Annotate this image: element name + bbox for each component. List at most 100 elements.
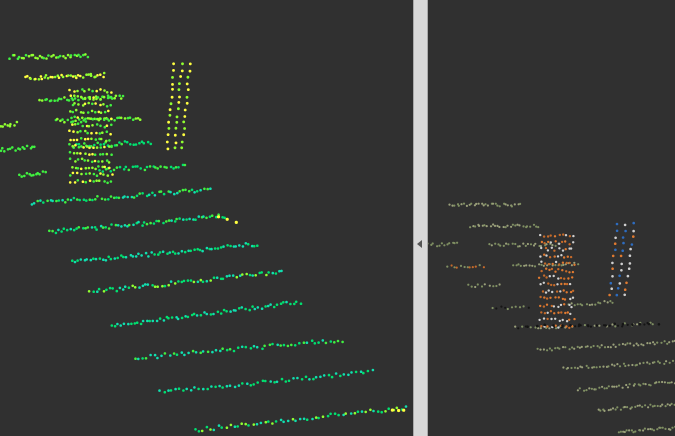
cloud-point: [540, 263, 543, 266]
cloud-point: [570, 302, 573, 305]
cloud-point: [173, 133, 177, 137]
cloud-point: [359, 370, 363, 374]
cloud-point: [264, 379, 267, 383]
cloud-point: [302, 341, 306, 345]
cloud-point: [76, 89, 79, 93]
cloud-point: [260, 271, 264, 274]
cloud-point: [275, 380, 279, 384]
cloud-point: [616, 287, 620, 290]
cloud-point: [81, 76, 85, 79]
cloud-point: [151, 319, 155, 323]
cloud-point: [561, 318, 564, 322]
cloud-point: [554, 244, 557, 247]
cloud-point: [37, 78, 41, 81]
cloud-point: [106, 181, 109, 185]
cloud-point: [256, 381, 260, 384]
cloud-point: [563, 298, 567, 301]
cloud-point: [153, 353, 157, 357]
left-point-cloud-canvas[interactable]: [0, 0, 413, 436]
cloud-point: [510, 306, 514, 309]
cloud-point: [611, 275, 614, 278]
cloud-point: [599, 409, 602, 412]
cloud-point: [573, 366, 577, 369]
cloud-point: [625, 429, 628, 432]
right-point-cloud-view[interactable]: [428, 0, 675, 436]
cloud-point: [468, 266, 471, 269]
cloud-point: [169, 280, 173, 283]
structure-scanline: [540, 310, 572, 316]
cloud-point: [252, 344, 256, 348]
cloud-point: [8, 57, 11, 60]
cloud-point: [139, 167, 142, 170]
cloud-point: [498, 283, 501, 286]
cloud-point: [541, 290, 545, 293]
cloud-point: [71, 120, 75, 123]
cloud-point: [105, 124, 109, 127]
cloud-point: [79, 167, 83, 171]
cloud-point: [272, 305, 276, 309]
view-splitter[interactable]: [413, 0, 428, 436]
cloud-point: [183, 115, 187, 118]
cloud-point: [563, 282, 566, 286]
cloud-point: [536, 324, 539, 328]
cloud-point: [611, 267, 614, 271]
cloud-point: [42, 56, 45, 60]
cloud-point: [533, 265, 537, 268]
cloud-point: [591, 303, 594, 306]
cloud-point: [558, 242, 561, 245]
cloud-point: [99, 137, 103, 141]
cloud-point: [651, 428, 654, 431]
cloud-point: [615, 385, 618, 388]
cloud-point: [644, 383, 647, 386]
pole-scanline: [614, 247, 632, 252]
cloud-point: [212, 312, 215, 316]
cloud-point: [494, 242, 497, 245]
cloud-point: [564, 234, 568, 237]
chevron-left-icon[interactable]: [417, 240, 422, 248]
cloud-point: [228, 274, 231, 278]
cloud-point: [561, 297, 565, 301]
cloud-point: [175, 115, 179, 119]
cloud-point: [548, 347, 551, 350]
cloud-point: [537, 276, 541, 279]
cloud-point: [24, 53, 28, 57]
left-point-cloud-view[interactable]: [0, 0, 413, 436]
cloud-point: [238, 244, 241, 247]
cloud-point: [104, 259, 108, 262]
cloud-point: [514, 325, 517, 328]
cloud-point: [103, 125, 107, 129]
cloud-point: [566, 255, 569, 258]
cloud-point: [209, 187, 212, 190]
cloud-point: [101, 170, 105, 173]
cloud-point: [564, 248, 567, 251]
cloud-point: [621, 322, 625, 326]
cloud-point: [167, 219, 171, 222]
cloud-point: [649, 384, 652, 387]
cloud-point: [40, 77, 44, 81]
cloud-point: [255, 244, 259, 247]
cloud-point: [526, 242, 529, 246]
cloud-point: [110, 153, 113, 156]
cloud-point: [87, 124, 91, 128]
cloud-point: [619, 430, 622, 433]
ground-scanline: [194, 405, 408, 433]
cloud-point: [644, 404, 647, 407]
cloud-point: [109, 95, 113, 99]
cloud-point: [245, 272, 248, 276]
cloud-point: [32, 202, 36, 205]
cloud-point: [296, 376, 299, 380]
cloud-point: [247, 424, 250, 427]
cloud-point: [649, 342, 652, 345]
cloud-point: [131, 255, 135, 258]
cloud-point: [68, 129, 71, 132]
cloud-point: [130, 195, 134, 199]
cloud-point: [602, 365, 605, 368]
cloud-point: [69, 174, 72, 177]
cloud-point: [93, 159, 97, 163]
cloud-point: [76, 259, 79, 262]
right-point-cloud-canvas[interactable]: [428, 0, 675, 436]
cloud-point: [364, 410, 368, 414]
cloud-point: [133, 286, 137, 289]
cloud-point: [111, 173, 114, 176]
cloud-point: [190, 188, 194, 192]
